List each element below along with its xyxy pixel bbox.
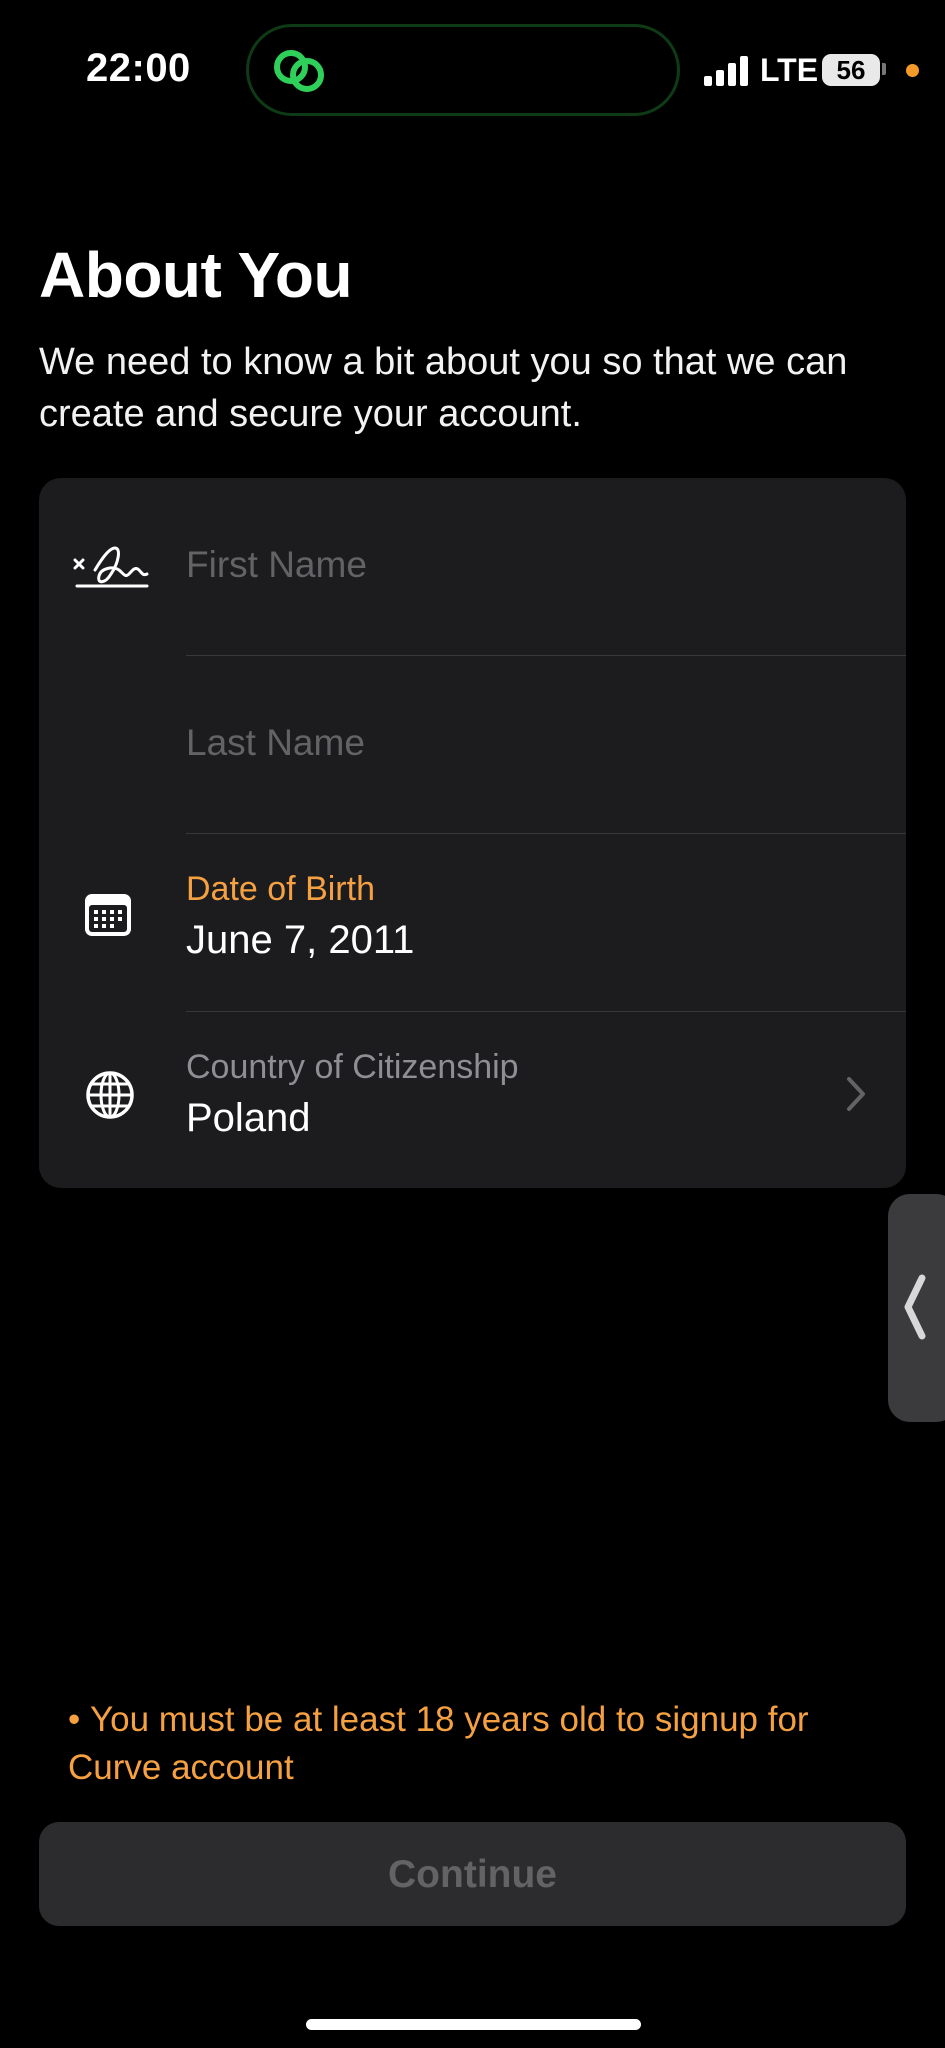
last-name-row[interactable]: Last Name [39, 656, 906, 834]
bullet: • [68, 1700, 90, 1739]
status-bar: 22:00 LTE 56 [0, 0, 945, 140]
calendar-icon [85, 894, 131, 936]
citizenship-label: Country of Citizenship [186, 1048, 519, 1086]
age-warning: • You must be at least 18 years old to s… [68, 1696, 888, 1792]
globe-icon [86, 1071, 134, 1119]
first-name-input[interactable]: First Name [186, 544, 367, 586]
battery-icon: 56 [822, 54, 880, 86]
first-name-row[interactable]: First Name [39, 478, 906, 656]
page-subtitle: We need to know a bit about you so that … [39, 341, 848, 435]
side-panel-handle[interactable] [888, 1194, 945, 1422]
dynamic-island[interactable] [246, 24, 680, 116]
age-warning-text: You must be at least 18 years old to sig… [68, 1700, 809, 1787]
linked-rings-icon [274, 50, 324, 92]
chevron-right-icon [847, 1077, 865, 1111]
citizenship-value[interactable]: Poland [186, 1096, 311, 1141]
date-of-birth-label: Date of Birth [186, 870, 375, 908]
last-name-input[interactable]: Last Name [186, 722, 365, 764]
home-indicator[interactable] [306, 2019, 641, 2030]
continue-button[interactable]: Continue [39, 1822, 906, 1926]
network-type: LTE [760, 52, 819, 88]
citizenship-row[interactable]: Country of Citizenship Poland [39, 1012, 906, 1188]
privacy-indicator-dot [906, 64, 919, 77]
about-you-form-card: First Name Last Name Date of Birth June … [39, 478, 906, 1188]
chevron-left-icon [904, 1274, 926, 1340]
cellular-signal-icon [704, 56, 748, 86]
date-of-birth-value[interactable]: June 7, 2011 [186, 918, 414, 963]
signature-icon [73, 546, 149, 588]
status-time: 22:00 [86, 46, 191, 90]
page-title: About You [39, 239, 353, 311]
battery-nub [882, 63, 886, 75]
date-of-birth-row[interactable]: Date of Birth June 7, 2011 [39, 834, 906, 1012]
